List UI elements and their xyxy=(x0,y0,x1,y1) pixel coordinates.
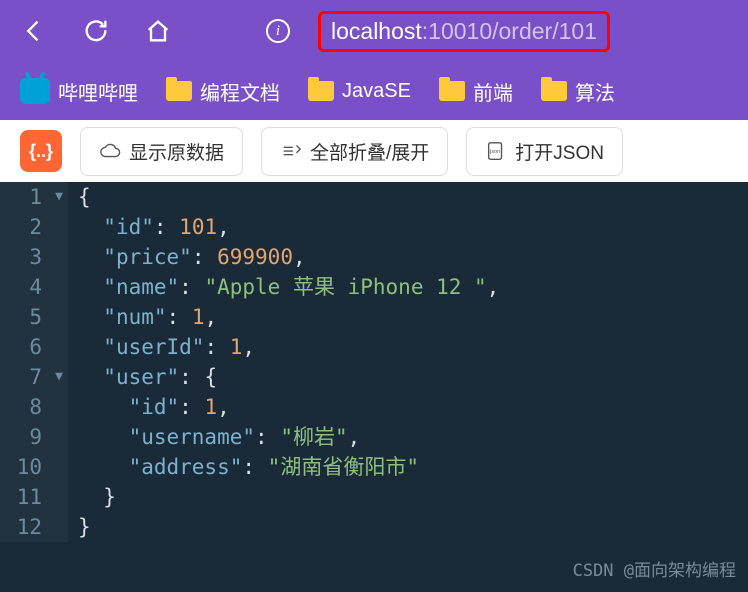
code-line: 7▼ "user": { xyxy=(0,362,748,392)
open-json-button[interactable]: json 打开JSON xyxy=(466,127,623,176)
code-line: 6 "userId": 1, xyxy=(0,332,748,362)
folder-icon xyxy=(541,81,567,101)
collapse-icon xyxy=(280,140,302,162)
address-bar[interactable]: localhost:10010/order/101 xyxy=(318,11,610,52)
button-label: 显示原数据 xyxy=(129,138,224,165)
show-raw-button[interactable]: 显示原数据 xyxy=(80,127,243,176)
json-file-icon: json xyxy=(485,140,507,162)
bookmark-bilibili[interactable]: 哔哩哔哩 xyxy=(20,77,138,106)
code-line: 2 "id": 101, xyxy=(0,212,748,242)
cloud-icon xyxy=(99,140,121,162)
json-toolbar: {..} 显示原数据 全部折叠/展开 json 打开JSON xyxy=(0,120,748,182)
bookmark-label: 算法 xyxy=(575,77,615,106)
url-host: localhost xyxy=(331,18,422,44)
bookmark-label: 编程文档 xyxy=(200,77,280,106)
folder-icon xyxy=(439,81,465,101)
info-icon[interactable]: i xyxy=(256,9,300,53)
code-line: 5 "num": 1, xyxy=(0,302,748,332)
code-line: 4 "name": "Apple 苹果 iPhone 12 ", xyxy=(0,272,748,302)
bookmarks-bar: 哔哩哔哩 编程文档 JavaSE 前端 算法 xyxy=(0,62,748,120)
bookmark-docs[interactable]: 编程文档 xyxy=(166,77,280,106)
json-viewer: 1▼{ 2 "id": 101, 3 "price": 699900, 4 "n… xyxy=(0,182,748,592)
folder-icon xyxy=(166,81,192,101)
folder-icon xyxy=(308,81,334,101)
back-button[interactable] xyxy=(12,9,56,53)
json-extension-icon[interactable]: {..} xyxy=(20,130,62,172)
button-label: 全部折叠/展开 xyxy=(310,138,429,165)
bookmark-algorithm[interactable]: 算法 xyxy=(541,77,615,106)
url-path: :10010/order/101 xyxy=(422,18,597,44)
bookmark-label: 前端 xyxy=(473,77,513,106)
code-line: 1▼{ xyxy=(0,182,748,212)
code-line: 10 "address": "湖南省衡阳市" xyxy=(0,452,748,482)
bookmark-javase[interactable]: JavaSE xyxy=(308,80,411,103)
bookmark-frontend[interactable]: 前端 xyxy=(439,77,513,106)
bookmark-label: 哔哩哔哩 xyxy=(58,77,138,106)
bookmark-label: JavaSE xyxy=(342,80,411,103)
home-button[interactable] xyxy=(136,9,180,53)
bilibili-icon xyxy=(20,78,50,104)
collapse-all-button[interactable]: 全部折叠/展开 xyxy=(261,127,448,176)
code-line: 12} xyxy=(0,512,748,542)
code-line: 11 } xyxy=(0,482,748,512)
code-line: 3 "price": 699900, xyxy=(0,242,748,272)
code-line: 9 "username": "柳岩", xyxy=(0,422,748,452)
button-label: 打开JSON xyxy=(515,138,604,165)
refresh-button[interactable] xyxy=(74,9,118,53)
svg-text:json: json xyxy=(489,149,500,155)
browser-nav-bar: i localhost:10010/order/101 xyxy=(0,0,748,62)
watermark: CSDN @面向架构编程 xyxy=(573,556,736,586)
code-line: 8 "id": 1, xyxy=(0,392,748,422)
